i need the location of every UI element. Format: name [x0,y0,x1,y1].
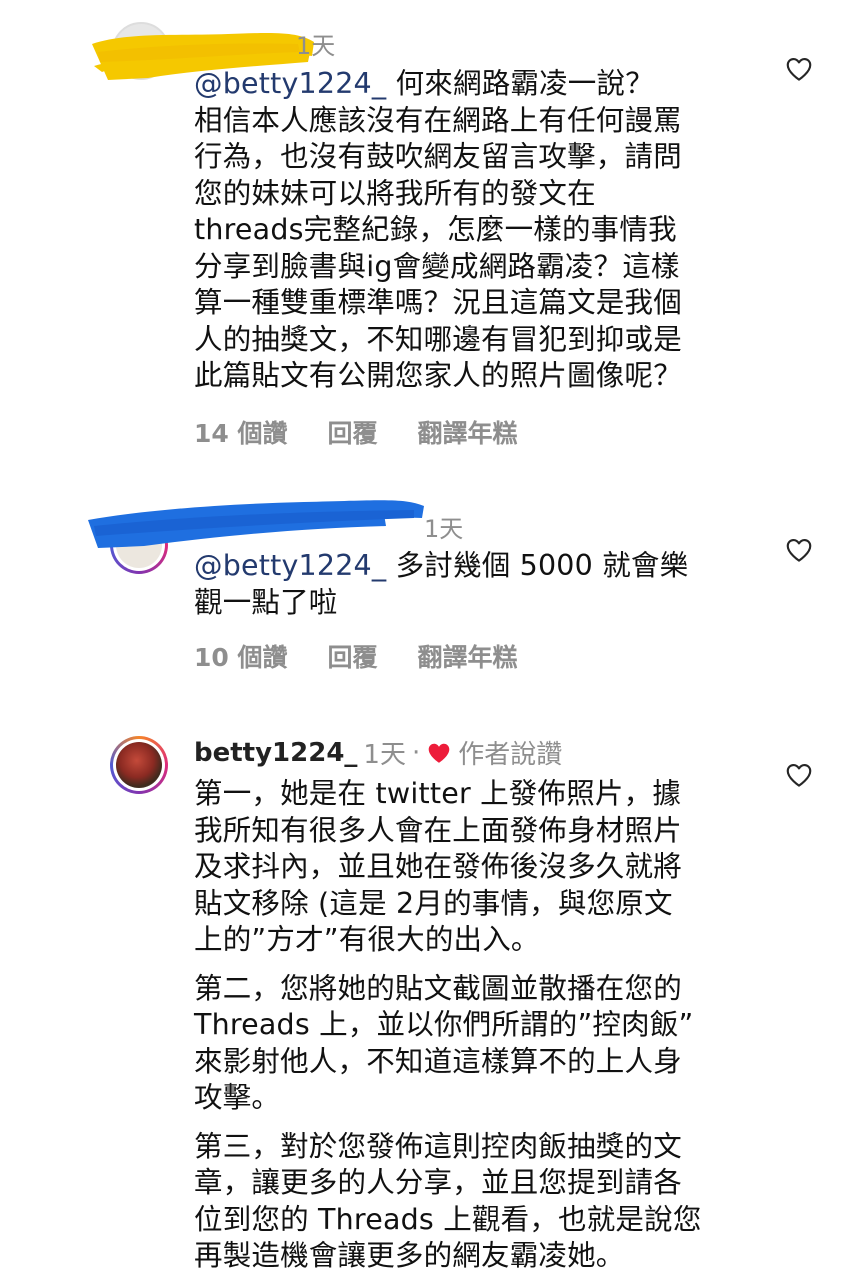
comment-line: 及求抖內，並且她在發佈後沒多久就將 [194,850,682,883]
comment-actions: 10 個讚 回覆 翻譯年糕 [194,638,518,674]
separator-dot: · [411,737,421,768]
comment-line: 此篇貼文有公開您家人的照片圖像呢？ [194,359,682,392]
mention-link[interactable]: @betty1224_ [194,549,386,582]
comment-text: @betty1224_ 多討幾個 5000 就會樂 觀一點了啦 [194,548,754,621]
comment-header: betty1224_ 1天 · 作者說讚 [194,734,562,771]
comment-line: 第二，您將她的貼文截圖並散播在您的 [194,971,682,1005]
likes-count[interactable]: 10 個讚 [194,638,288,674]
paragraph: 第一，她是在 twitter 上發佈照片，據 我所知有很多人會在上面發佈身材照片… [194,776,754,959]
translate-button[interactable]: 翻譯年糕 [418,638,518,674]
comment-time: 1天 [363,740,406,770]
comment-line: 觀一點了啦 [194,585,338,619]
paragraph: 第三，對於您發佈這則控肉飯抽獎的文 章，讓更多的人分享，並且您提到請各 位到您的… [194,1129,754,1275]
comment-line: 上的”方才”有很大的出入。 [194,923,540,956]
comment-line: 我所知有很多人會在上面發佈身材照片 [194,813,682,847]
heart-outline-icon[interactable] [784,760,814,790]
comment-line: 攻擊。 [194,1081,281,1114]
comment-line: 算一種雙重標準嗎？況且這篇文是我個 [194,286,682,319]
username-link[interactable]: betty1224_ [194,738,357,768]
comment-line: 第三，對於您發佈這則控肉飯抽獎的文 [194,1129,682,1163]
heart-filled-icon [428,743,450,763]
comment-line: 位到您的 Threads 上觀看，也就是說您 [194,1202,702,1236]
translate-button[interactable]: 翻譯年糕 [418,414,518,450]
author-liked-label: 作者說讚 [458,740,563,770]
avatar[interactable] [110,736,168,794]
mention-link[interactable]: @betty1224_ [194,67,386,100]
comment-line: 您的妹妹可以將我所有的發文在 [194,176,596,210]
comment-text: @betty1224_ 何來網路霸凌一說？ 相信本人應該沒有在網路上有任何謾罵 … [194,66,754,395]
comment-time: 1天 [296,32,336,60]
comment-line: 行為，也沒有鼓吹網友留言攻擊，請問 [194,140,682,173]
comment-actions: 14 個讚 回覆 翻譯年糕 [194,414,518,450]
paragraph: 第二，您將她的貼文截圖並散播在您的 Threads 上，並以你們所謂的”控肉飯”… [194,971,754,1117]
comment-time: 1天 [424,515,464,543]
comment-line: 相信本人應該沒有在網路上有任何謾罵 [194,103,682,137]
comment-line: 貼文移除 (這是 2月的事情，與您原文 [194,886,673,920]
comment-line: 再製造機會讓更多的網友霸凌她。 [194,1239,625,1272]
likes-count[interactable]: 14 個讚 [194,414,288,450]
comment-line: 來影射他人，不知道這樣算不的上人身 [194,1044,682,1078]
comment-line: 多討幾個 5000 就會樂 [386,549,689,582]
comment-line: Threads 上，並以你們所謂的”控肉飯” [194,1008,694,1041]
comment-line: 何來網路霸凌一說？ [386,67,654,100]
heart-outline-icon[interactable] [784,535,814,565]
heart-outline-icon[interactable] [784,54,814,84]
comment-line: 人的抽獎文，不知哪邊有冒犯到抑或是 [194,322,682,356]
reply-button[interactable]: 回覆 [328,638,378,674]
comment-line: 章，讓更多的人分享，並且您提到請各 [194,1166,682,1199]
comment-line: 分享到臉書與ig會變成網路霸凌？這樣 [194,249,680,283]
comment-line: 第一，她是在 twitter 上發佈照片，據 [194,777,682,810]
reply-button[interactable]: 回覆 [328,414,378,450]
comment-line: threads完整紀錄，怎麼一樣的事情我 [194,213,677,246]
comment-text: 第一，她是在 twitter 上發佈照片，據 我所知有很多人會在上面發佈身材照片… [194,776,754,1287]
